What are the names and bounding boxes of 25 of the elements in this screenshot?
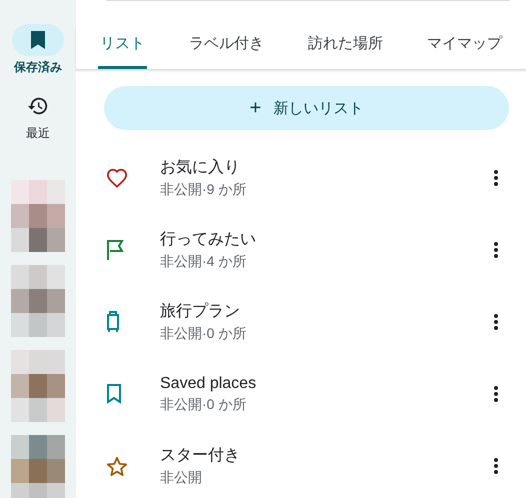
- list-title[interactable]: スター付き: [160, 445, 240, 466]
- list-subtitle: 非公開·9 か所: [160, 181, 246, 199]
- more-icon[interactable]: [494, 242, 498, 258]
- rail-label: 保存済み: [14, 59, 62, 76]
- history-icon: [27, 95, 49, 117]
- bookmark-icon: [30, 30, 46, 50]
- tab[interactable]: ラベル付き: [187, 26, 266, 69]
- tab[interactable]: マイマップ: [425, 26, 504, 69]
- new-list-button[interactable]: + 新しいリスト: [104, 86, 509, 130]
- more-icon[interactable]: [494, 170, 498, 186]
- list-title[interactable]: Saved places: [160, 374, 256, 392]
- list-subtitle: 非公開: [160, 469, 202, 487]
- tab[interactable]: 訪れた場所: [306, 26, 385, 69]
- list-subtitle: 非公開·4 か所: [160, 253, 246, 271]
- more-icon[interactable]: [494, 458, 498, 474]
- list-subtitle: 非公開·0 か所: [160, 396, 246, 414]
- rail-label: 最近: [26, 125, 50, 142]
- list-title[interactable]: 行ってみたい: [160, 229, 256, 250]
- list-title[interactable]: 旅行プラン: [160, 301, 240, 322]
- tab[interactable]: リスト: [98, 26, 147, 69]
- rail-button[interactable]: [12, 24, 64, 56]
- list-subtitle: 非公開·0 か所: [160, 325, 246, 343]
- more-icon[interactable]: [494, 386, 498, 402]
- list-title[interactable]: お気に入り: [160, 157, 240, 178]
- more-icon[interactable]: [494, 314, 498, 330]
